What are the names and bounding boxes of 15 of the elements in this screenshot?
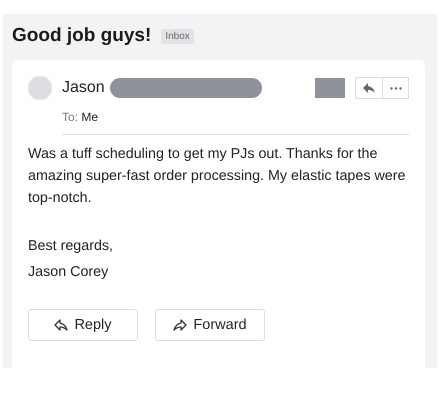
message-text: Was a tuff scheduling to get my PJs out. Thanks for the amazing super-fast order processing. My elastic tapes were top-notch. — [28, 145, 406, 208]
forward-button[interactable]: Forward — [155, 309, 265, 341]
avatar-icon — [28, 76, 52, 100]
more-icon — [390, 86, 402, 90]
signature-line: Jason Corey — [28, 263, 110, 282]
redaction-block — [315, 78, 345, 98]
reply-button[interactable]: Reply — [28, 309, 138, 341]
signature-line: Best regards, — [28, 237, 114, 256]
email-subject: Good job guys! — [12, 25, 152, 47]
reply-icon — [363, 83, 375, 93]
forward-icon — [173, 319, 188, 331]
sender-name: Jason — [62, 79, 105, 97]
reply-icon — [54, 319, 68, 331]
inbox-label: Inbox — [161, 28, 194, 44]
recipient-line: To: Me — [62, 110, 98, 124]
